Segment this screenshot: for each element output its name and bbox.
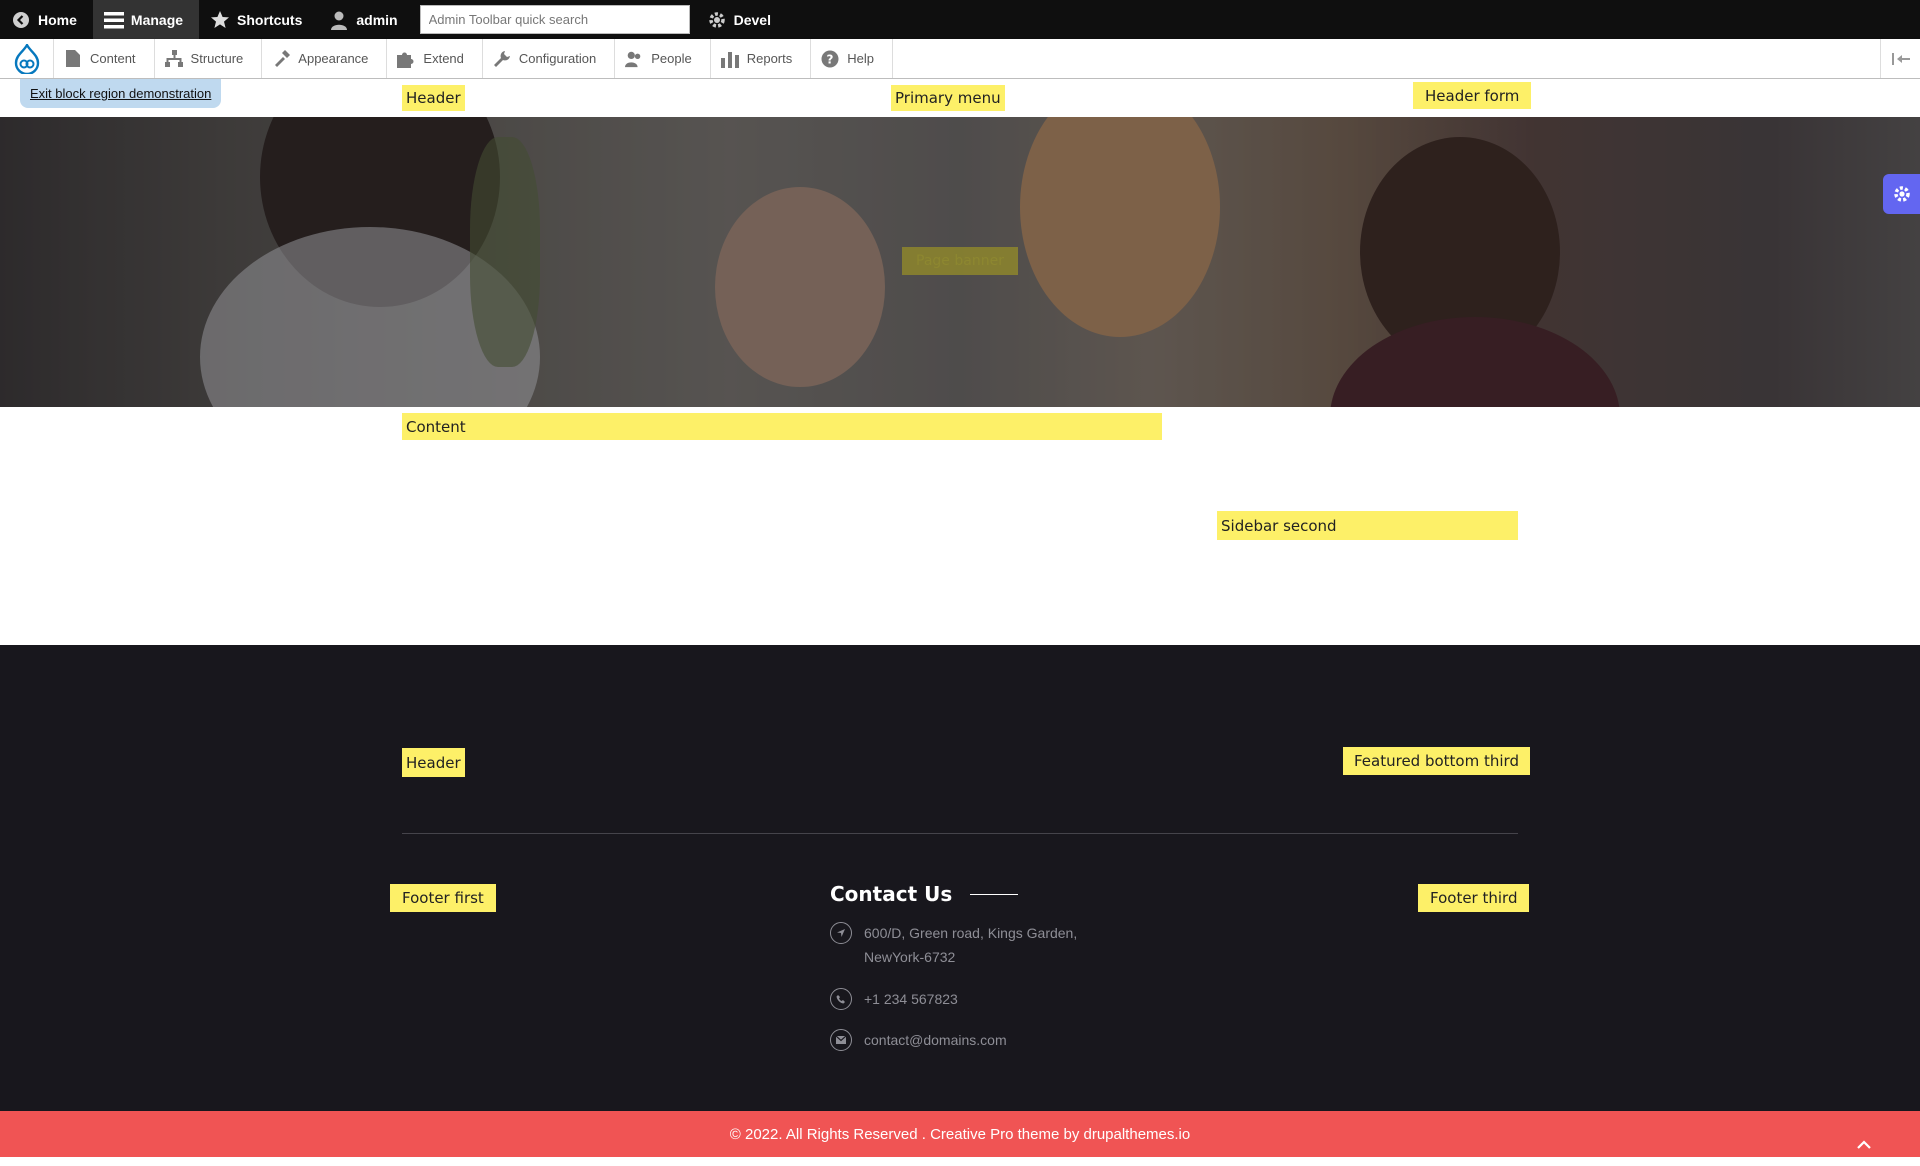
- collapse-icon: [1891, 52, 1910, 65]
- tray-item-help[interactable]: ? Help: [811, 39, 893, 78]
- toolbar-user[interactable]: admin: [318, 0, 413, 39]
- tray-orientation-toggle[interactable]: [1880, 39, 1920, 78]
- toolbar-shortcuts[interactable]: Shortcuts: [199, 0, 318, 39]
- help-icon: ?: [821, 50, 839, 68]
- brush-icon: [272, 49, 291, 68]
- gear-icon: [706, 9, 728, 31]
- tray-item-appearance[interactable]: Appearance: [262, 39, 388, 78]
- tray-item-label: Content: [90, 51, 136, 66]
- contact-title-underline: [970, 893, 1019, 895]
- user-icon: [328, 9, 350, 31]
- site-header: Exit block region demonstration Header P…: [0, 79, 1920, 117]
- site-footer: Header Featured bottom third Footer firs…: [0, 645, 1920, 1111]
- region-label-footer-header: Header: [402, 748, 465, 777]
- region-label-footer-third: Footer third: [1418, 884, 1530, 912]
- toolbar-search-input[interactable]: [419, 5, 690, 34]
- region-label-sidebar-second: Sidebar second: [1217, 511, 1518, 540]
- contact-title: Contact Us: [830, 882, 1019, 906]
- admin-tray: Content Structure Appearance Extend Conf…: [0, 39, 1920, 79]
- contact-address-line2: NewYork-6732: [864, 949, 956, 965]
- copyright-text: © 2022. All Rights Reserved . Creative P…: [729, 1125, 1191, 1143]
- contact-phone: +1 234 567823: [830, 987, 958, 1011]
- region-label-footer-first: Footer first: [390, 884, 496, 912]
- tray-item-label: Structure: [190, 51, 244, 66]
- tray-item-label: Reports: [746, 51, 793, 66]
- toolbar-manage[interactable]: Manage: [92, 0, 200, 39]
- tray-item-structure[interactable]: Structure: [155, 39, 263, 78]
- toolbar-home[interactable]: Home: [0, 0, 93, 39]
- drupal-logo[interactable]: [0, 39, 54, 78]
- contact-phone-text[interactable]: +1 234 567823: [864, 987, 958, 1011]
- region-label-header-form: Header form: [1413, 82, 1532, 109]
- theme-settings-toggle[interactable]: [1883, 174, 1920, 214]
- tray-item-label: Configuration: [518, 51, 597, 66]
- tray-item-label: Appearance: [298, 51, 369, 66]
- people-icon: [625, 50, 643, 68]
- region-label-content: Content: [402, 413, 1162, 440]
- tray-item-reports[interactable]: Reports: [711, 39, 812, 78]
- tray-item-people[interactable]: People: [615, 39, 711, 78]
- home-icon: [10, 9, 32, 31]
- svg-text:?: ?: [827, 52, 834, 66]
- admin-toolbar: Home Manage Shortcuts admin Devel: [0, 0, 1920, 39]
- tray-item-label: People: [651, 51, 692, 66]
- exit-block-demo-link[interactable]: Exit block region demonstration: [20, 79, 222, 108]
- puzzle-icon: [397, 50, 415, 68]
- mail-icon: [830, 1029, 852, 1051]
- page-bottom-edge: [0, 1157, 1920, 1166]
- tray-item-label: Extend: [423, 51, 464, 66]
- footer-divider: [402, 833, 1518, 834]
- menu-icon: [103, 9, 125, 31]
- file-icon: [64, 50, 82, 68]
- chevron-up-icon: [1857, 1139, 1871, 1149]
- drupal-logo-icon: [14, 43, 40, 74]
- contact-address: 600/D, Green road, Kings Garden, NewYork…: [830, 921, 1077, 969]
- region-label-page-banner: Page banner: [902, 247, 1018, 275]
- tray-item-label: Help: [847, 51, 874, 66]
- toolbar-shortcuts-label: Shortcuts: [237, 11, 303, 28]
- toolbar-devel[interactable]: Devel: [696, 0, 787, 39]
- toolbar-home-label: Home: [38, 11, 77, 28]
- location-icon: [830, 922, 852, 944]
- contact-address-line1: 600/D, Green road, Kings Garden,: [864, 925, 1078, 941]
- contact-email-text[interactable]: contact@domains.com: [864, 1028, 1007, 1052]
- gear-icon: [1892, 184, 1912, 204]
- region-label-header: Header: [402, 85, 465, 111]
- contact-email: contact@domains.com: [830, 1028, 1007, 1052]
- toolbar-devel-label: Devel: [733, 11, 771, 28]
- contact-title-text: Contact Us: [830, 882, 953, 906]
- contact-address-text: 600/D, Green road, Kings Garden, NewYork…: [864, 921, 1077, 969]
- region-label-primary-menu: Primary menu: [891, 85, 1005, 111]
- phone-icon: [830, 988, 852, 1010]
- copyright-bar: © 2022. All Rights Reserved . Creative P…: [0, 1111, 1920, 1157]
- tray-item-extend[interactable]: Extend: [387, 39, 483, 78]
- tray-item-content[interactable]: Content: [54, 39, 155, 78]
- toolbar-user-label: admin: [356, 11, 398, 28]
- page-banner: Page banner: [0, 117, 1920, 407]
- region-label-featured-bottom-third: Featured bottom third: [1343, 747, 1530, 775]
- tray-item-configuration[interactable]: Configuration: [483, 39, 616, 78]
- toolbar-manage-label: Manage: [130, 11, 184, 28]
- wrench-icon: [493, 50, 511, 68]
- bar-chart-icon: [720, 50, 739, 68]
- star-icon: [209, 9, 231, 31]
- sitemap-icon: [164, 50, 183, 68]
